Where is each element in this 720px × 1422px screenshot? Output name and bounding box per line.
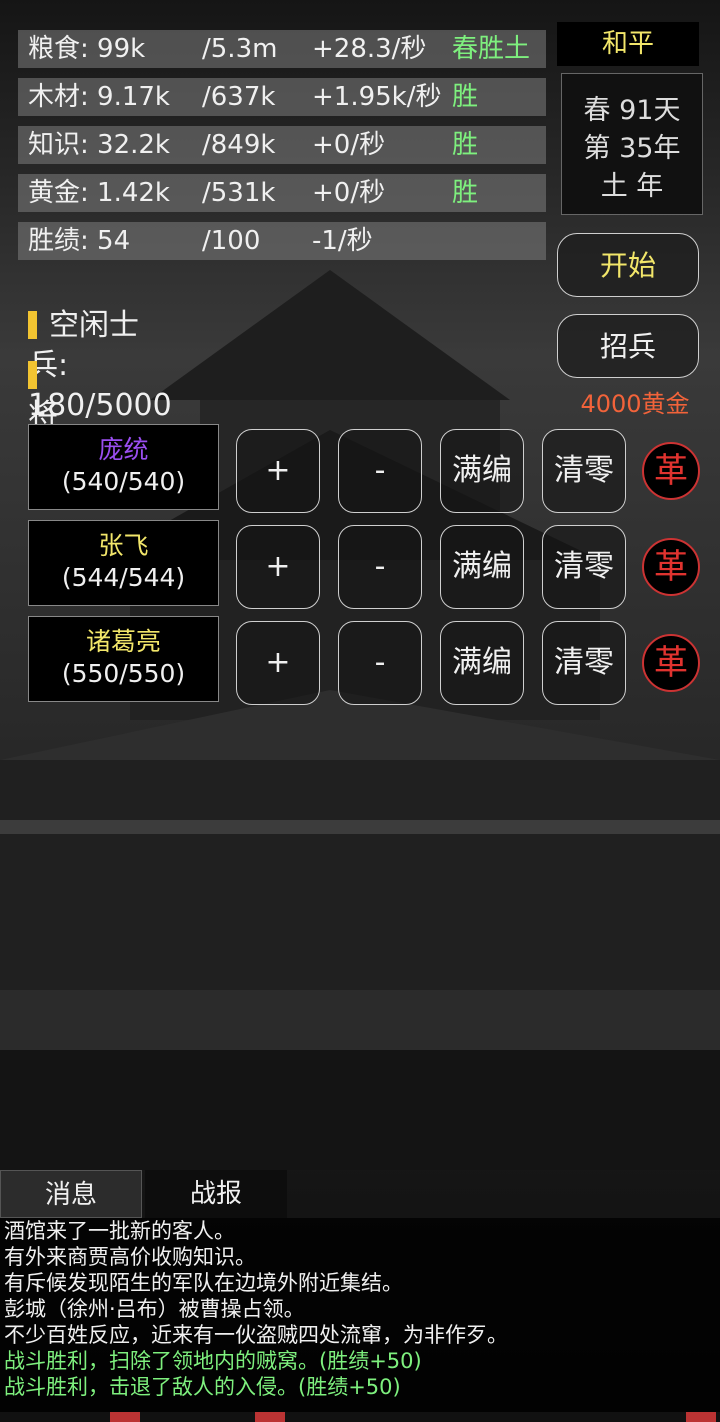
log-line: 不少百姓反应，近来有一伙盗贼四处流窜，为非作歹。: [4, 1323, 508, 1347]
remove-troops-button[interactable]: -: [338, 525, 422, 609]
date-display: 春 91天 第 35年 土 年: [561, 73, 703, 215]
resource-amount: 知识: 32.2k: [28, 130, 170, 160]
resource-amount: 木材: 9.17k: [28, 82, 170, 112]
resource-row-food: 粮食: 99k /5.3m +28.3/秒 春胜土: [18, 30, 546, 68]
recruit-button[interactable]: 招兵: [557, 314, 699, 378]
dismiss-general-button[interactable]: 革: [642, 538, 700, 596]
general-name: 张飞: [98, 531, 149, 560]
clear-troops-button[interactable]: 清零: [542, 621, 626, 705]
add-troops-button[interactable]: +: [236, 621, 320, 705]
resource-status: 春胜土: [452, 34, 531, 64]
fill-troops-button[interactable]: 满编: [440, 525, 524, 609]
resource-rate: +0/秒: [312, 178, 386, 208]
tab-battle-report[interactable]: 战报: [145, 1170, 287, 1218]
log-line: 彭城（徐州·吕布）被曹操占领。: [4, 1297, 305, 1321]
resource-cap: /5.3m: [202, 34, 278, 64]
nav-indicator[interactable]: [110, 1412, 140, 1422]
log-line-victory: 战斗胜利，击退了敌人的入侵。(胜绩+50): [4, 1375, 401, 1399]
dismiss-general-button[interactable]: 革: [642, 442, 700, 500]
bottom-nav-strip: [0, 1412, 720, 1422]
bullet-bar-icon: [28, 311, 37, 339]
resource-rate: -1/秒: [312, 226, 373, 256]
log-line: 酒馆来了一批新的客人。: [4, 1219, 235, 1243]
general-troops: (544/544): [61, 563, 186, 592]
recruit-cost: 4000黄金: [580, 390, 690, 418]
message-log: 酒馆来了一批新的客人。 有外来商贾高价收购知识。 有斥候发现陌生的军队在边境外附…: [0, 1218, 720, 1414]
clear-troops-button[interactable]: 清零: [542, 525, 626, 609]
resource-rate: +28.3/秒: [312, 34, 427, 64]
remove-troops-button[interactable]: -: [338, 621, 422, 705]
log-line: 有外来商贾高价收购知识。: [4, 1245, 256, 1269]
general-card-zhugeliang[interactable]: 诸葛亮 (550/550): [28, 616, 219, 702]
resource-status: 胜: [452, 82, 479, 112]
resource-amount: 黄金: 1.42k: [28, 178, 170, 208]
resource-rate: +0/秒: [312, 130, 386, 160]
general-troops: (540/540): [61, 467, 186, 496]
log-line: 有斥候发现陌生的军队在边境外附近集结。: [4, 1271, 403, 1295]
nav-indicator[interactable]: [255, 1412, 285, 1422]
bullet-bar-icon: [28, 361, 37, 389]
resource-status: 胜: [452, 178, 479, 208]
date-season-day: 春 91天: [583, 95, 681, 126]
general-count: 将领数量: 3/5: [28, 356, 76, 593]
tab-messages[interactable]: 消息: [0, 1170, 142, 1218]
general-card-zhangfei[interactable]: 张飞 (544/544): [28, 520, 219, 606]
nav-indicator[interactable]: [686, 1412, 716, 1422]
fill-troops-button[interactable]: 满编: [440, 621, 524, 705]
general-troops: (550/550): [61, 659, 186, 688]
add-troops-button[interactable]: +: [236, 525, 320, 609]
date-year: 第 35年: [583, 133, 681, 164]
resource-amount: 胜绩: 54: [28, 226, 131, 256]
general-name: 诸葛亮: [85, 627, 161, 656]
resource-row-victory: 胜绩: 54 /100 -1/秒: [18, 222, 546, 260]
remove-troops-button[interactable]: -: [338, 429, 422, 513]
resource-row-wood: 木材: 9.17k /637k +1.95k/秒 胜: [18, 78, 546, 116]
resource-cap: /531k: [202, 178, 276, 208]
log-line-victory: 战斗胜利，扫除了领地内的贼窝。(胜绩+50): [4, 1349, 422, 1373]
start-button[interactable]: 开始: [557, 233, 699, 297]
clear-troops-button[interactable]: 清零: [542, 429, 626, 513]
date-element-year: 土 年: [600, 171, 664, 202]
general-name: 庞统: [98, 435, 149, 464]
add-troops-button[interactable]: +: [236, 429, 320, 513]
fill-troops-button[interactable]: 满编: [440, 429, 524, 513]
general-card-pangtong[interactable]: 庞统 (540/540): [28, 424, 219, 510]
idle-soldiers: 空闲士兵: 180/5000: [28, 306, 172, 423]
resource-rate: +1.95k/秒: [312, 82, 442, 112]
dismiss-general-button[interactable]: 革: [642, 634, 700, 692]
resource-cap: /637k: [202, 82, 276, 112]
peace-state-label: 和平: [557, 22, 699, 66]
resource-cap: /100: [202, 226, 261, 256]
resource-cap: /849k: [202, 130, 276, 160]
resource-status: 胜: [452, 130, 479, 160]
resource-row-knowledge: 知识: 32.2k /849k +0/秒 胜: [18, 126, 546, 164]
resource-row-gold: 黄金: 1.42k /531k +0/秒 胜: [18, 174, 546, 212]
resource-amount: 粮食: 99k: [28, 34, 146, 64]
